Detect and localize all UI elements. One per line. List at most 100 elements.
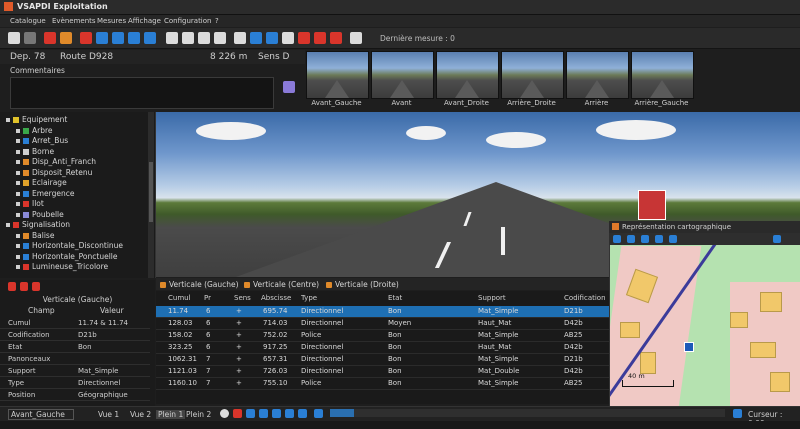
expand-icon[interactable] (16, 265, 20, 269)
zoom-out-icon[interactable] (627, 235, 635, 243)
menu-help[interactable]: ? (215, 17, 219, 25)
play-icon[interactable] (259, 409, 268, 418)
view-2-icon[interactable] (182, 32, 194, 44)
thumbnail-arriere-gauche[interactable] (631, 51, 694, 99)
expand-icon[interactable] (16, 254, 20, 259)
col-header[interactable]: Sens (234, 294, 251, 302)
layers-icon[interactable] (669, 235, 677, 243)
tool-icon[interactable] (24, 32, 36, 44)
back-arrow-icon[interactable] (314, 409, 323, 418)
prev-icon[interactable] (246, 409, 255, 418)
menu-configuration[interactable]: Configuration (164, 17, 211, 25)
col-header[interactable]: Cumul (168, 294, 191, 302)
tab-verticale-droite[interactable]: Verticale (Droite) (326, 280, 399, 289)
expand-icon[interactable] (16, 149, 20, 154)
property-row[interactable]: Panonceaux (0, 354, 150, 365)
tree-item[interactable]: Equipement (6, 115, 67, 124)
property-row[interactable]: Codification D21b (0, 330, 150, 341)
forward-arrow-icon[interactable] (733, 409, 742, 418)
ruler-icon[interactable] (128, 32, 140, 44)
zoom-in-icon[interactable] (613, 235, 621, 243)
tree-item[interactable]: Horizontale_Discontinue (16, 241, 123, 250)
view-3-icon[interactable] (198, 32, 210, 44)
measure-icon[interactable] (112, 32, 124, 44)
road-sign[interactable] (638, 190, 666, 220)
tree-item[interactable]: Disp_Anti_Franch (16, 157, 96, 166)
prop-tool-icon[interactable] (20, 282, 28, 291)
col-header[interactable]: Support (478, 294, 506, 302)
thumbnail-arriere-droite[interactable] (501, 51, 564, 99)
record-icon[interactable] (298, 32, 310, 44)
screen-1-icon[interactable] (234, 32, 246, 44)
property-row[interactable]: Cumul 11.74 & 11.74 (0, 318, 150, 329)
prop-tool-icon[interactable] (32, 282, 40, 291)
tree-item[interactable]: Borne (16, 147, 54, 156)
vue1-button[interactable]: Vue 1 (98, 410, 119, 419)
event-orange-icon[interactable] (60, 32, 72, 44)
screen-3-icon[interactable] (266, 32, 278, 44)
record-icon[interactable] (233, 409, 242, 418)
flag-icon[interactable] (80, 32, 92, 44)
tree-item[interactable]: Arbre (16, 126, 53, 135)
expand-icon[interactable] (6, 223, 10, 227)
first-icon[interactable] (285, 409, 294, 418)
expand-icon[interactable] (6, 118, 10, 122)
pan-icon[interactable] (641, 235, 649, 243)
menu-evenements[interactable]: Evènements (52, 17, 96, 25)
view-1-icon[interactable] (166, 32, 178, 44)
tree-item[interactable]: Poubelle (16, 210, 64, 219)
table-row[interactable]: 158.02 6 +752.02 Police Bon Mat_Simple AB25 (156, 330, 611, 342)
info-icon[interactable] (220, 409, 229, 418)
table-row[interactable]: 1121.03 7 +726.03 Directionnel Bon Mat_Double… (156, 366, 611, 378)
tree-item[interactable]: Disposit_Retenu (16, 168, 92, 177)
screen-2-icon[interactable] (250, 32, 262, 44)
tree-item[interactable]: Emergence (16, 189, 74, 198)
property-row[interactable]: Position Géographique (0, 390, 150, 401)
col-header[interactable]: Abscisse (261, 294, 291, 302)
marker-red-icon[interactable] (314, 32, 326, 44)
menu-affichage[interactable]: Affichage (128, 17, 161, 25)
next-icon[interactable] (272, 409, 281, 418)
timeline-slider[interactable] (330, 409, 725, 417)
col-header[interactable]: Type (301, 294, 317, 302)
expand-icon[interactable] (16, 233, 20, 238)
plein1-button[interactable]: Plein 1 (156, 410, 186, 419)
expand-icon[interactable] (16, 191, 20, 196)
tab-verticale-centre[interactable]: Verticale (Centre) (244, 280, 319, 289)
col-header[interactable]: Pr (204, 294, 211, 302)
view-4-icon[interactable] (214, 32, 226, 44)
table-row[interactable]: 1062.31 7 +657.31 Directionnel Bon Mat_Simple… (156, 354, 611, 366)
tree-item[interactable]: Signalisation (6, 220, 70, 229)
thumbnail-avant[interactable] (371, 51, 434, 99)
expand-icon[interactable] (16, 181, 20, 185)
screen-4-icon[interactable] (282, 32, 294, 44)
table-row[interactable]: 323.25 6 +917.25 Directionnel Bon Haut_Mat D42… (156, 342, 611, 354)
expand-icon[interactable] (16, 160, 20, 164)
thumbnail-arriere[interactable] (566, 51, 629, 99)
select-icon[interactable] (655, 235, 663, 243)
menu-catalogue[interactable]: Catalogue (10, 17, 46, 25)
expand-icon[interactable] (16, 139, 20, 143)
tree-item[interactable]: Lumineuse_Tricolore (16, 262, 108, 271)
property-row[interactable]: Etat Bon (0, 342, 150, 353)
map-settings-icon[interactable] (773, 235, 781, 243)
expand-icon[interactable] (16, 170, 20, 175)
expand-icon[interactable] (16, 202, 20, 206)
tree-item[interactable]: Eclairage (16, 178, 67, 187)
tab-verticale-gauche[interactable]: Verticale (Gauche) (160, 280, 239, 289)
tree-item[interactable]: Arret_Bus (16, 136, 68, 145)
property-row[interactable]: Type Directionnel (0, 378, 150, 389)
stop-icon[interactable] (330, 32, 342, 44)
tree-item[interactable]: Horizontale_Ponctuelle (16, 252, 117, 261)
expand-icon[interactable] (16, 128, 20, 133)
line-icon[interactable] (96, 32, 108, 44)
col-header[interactable]: Etat (388, 294, 402, 302)
table-row[interactable]: 11.74 6 +695.74 Directionnel Bon Mat_Simple D2… (156, 306, 611, 318)
last-icon[interactable] (298, 409, 307, 418)
tree-item[interactable]: Balise (16, 231, 54, 240)
property-row[interactable]: Support Mat_Simple (0, 366, 150, 377)
thumbnail-avant-gauche[interactable] (306, 51, 369, 99)
open-icon[interactable] (8, 32, 20, 44)
plein2-button[interactable]: Plein 2 (186, 410, 211, 419)
camera-icon[interactable] (350, 32, 362, 44)
